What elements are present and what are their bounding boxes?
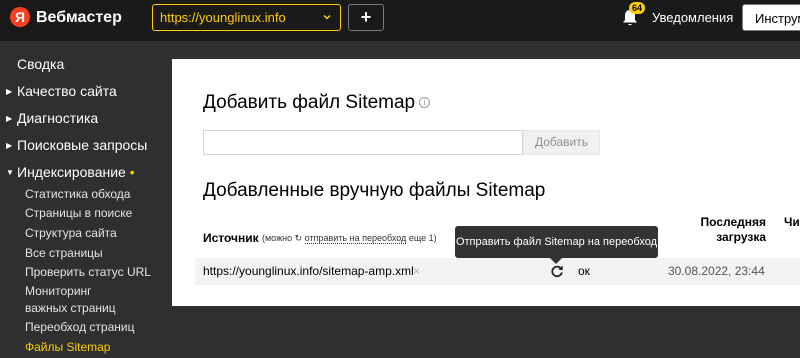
yandex-logo-icon[interactable]: Я — [10, 7, 30, 27]
sidebar-subitem-site-structure[interactable]: Структура сайта — [25, 226, 117, 241]
site-selector-value: https://younglinux.info — [160, 10, 286, 25]
sidebar-item-site-quality[interactable]: ▶ Качество сайта — [6, 83, 117, 100]
column-header-last-load-line2: загрузка — [716, 230, 766, 244]
caret-right-icon: ▶ — [6, 114, 13, 123]
column-header-clipped: Чи — [784, 215, 800, 229]
tools-button-label: Инструменты — [755, 11, 800, 26]
column-header-source: Источник — [203, 231, 259, 245]
sidebar: Сводка ▶ Качество сайта ▶ Диагностика ▶ Пои… — [0, 41, 172, 358]
sidebar-item-label: Качество сайта — [17, 83, 117, 99]
sidebar-item-summary[interactable]: Сводка — [17, 56, 64, 73]
attention-dot-icon: • — [129, 164, 135, 180]
note-prefix: (можно — [262, 233, 293, 243]
column-header-last-load: Последняя загрузка — [682, 215, 766, 245]
add-site-button[interactable]: + — [348, 4, 384, 31]
chevron-down-icon — [323, 14, 331, 20]
caret-right-icon: ▶ — [6, 141, 13, 150]
tooltip-tail — [550, 258, 562, 264]
sidebar-item-search-queries[interactable]: ▶ Поисковые запросы — [6, 137, 147, 154]
notification-count-badge: 64 — [629, 2, 646, 14]
sidebar-subitem-crawl-stats[interactable]: Статистика обхода — [25, 187, 130, 202]
column-header-source-note: (можно ↻ отправить на переобход еще 1) — [262, 231, 437, 245]
sidebar-subitem-recrawl[interactable]: Переобход страниц — [25, 320, 134, 335]
sidebar-item-indexing[interactable]: ▼ Индексирование • — [6, 164, 135, 181]
tools-button[interactable]: Инструменты — [742, 4, 800, 31]
sidebar-item-label: Сводка — [17, 56, 65, 72]
info-icon[interactable]: i — [419, 97, 431, 108]
close-icon[interactable]: × — [413, 264, 420, 279]
refresh-icon: ↻ — [294, 233, 303, 243]
sidebar-subitem-all-pages[interactable]: Все страницы — [25, 246, 103, 261]
app-title[interactable]: Вебмастер — [36, 9, 122, 27]
sitemap-url[interactable]: https://younglinux.info/sitemap-amp.xml — [203, 264, 414, 279]
sidebar-subitem-monitoring[interactable]: Мониторинг — [25, 284, 92, 299]
added-sitemaps-title: Добавленные вручную файлы Sitemap — [203, 180, 546, 201]
sidebar-subitem-check-url[interactable]: Проверить статус URL — [25, 265, 151, 280]
top-header: Я Вебмастер https://younglinux.info + 64… — [0, 0, 800, 41]
sidebar-subitem-sitemap-files[interactable]: Файлы Sitemap — [25, 340, 110, 355]
table-row: https://younglinux.info/sitemap-amp.xml … — [195, 258, 800, 285]
caret-right-icon: ▶ — [6, 87, 13, 96]
caret-down-icon: ▼ — [6, 168, 14, 177]
last-load-date: 30.08.2022, 23:44 — [668, 264, 765, 278]
notifications-link[interactable]: Уведомления — [652, 10, 733, 25]
recrawl-tooltip: Отправить файл Sitemap на переобход — [455, 226, 658, 258]
note-suffix: еще 1) — [408, 233, 437, 243]
page-title-text: Добавить файл Sitemap — [203, 92, 416, 113]
refresh-icon[interactable] — [550, 264, 564, 278]
sidebar-item-diagnostics[interactable]: ▶ Диагностика — [6, 110, 98, 127]
sitemap-url-input[interactable] — [203, 130, 523, 155]
sidebar-subitem-monitoring-line2[interactable]: важных страниц — [25, 301, 116, 316]
column-header-last-load-line1: Последняя — [700, 215, 766, 229]
sidebar-item-label: Поисковые запросы — [17, 137, 148, 153]
add-sitemap-button[interactable]: Добавить — [523, 130, 600, 155]
sidebar-item-label: Диагностика — [17, 110, 99, 126]
main-panel: Добавить файл Sitemap i Добавить Добавлен… — [172, 59, 800, 306]
status-text: ок — [578, 264, 590, 278]
page-title: Добавить файл Sitemap i — [203, 92, 431, 114]
sidebar-subitem-pages-in-search[interactable]: Страницы в поиске — [25, 206, 132, 221]
site-selector[interactable]: https://younglinux.info — [152, 4, 341, 31]
recrawl-link[interactable]: отправить на переобход — [304, 233, 407, 244]
sidebar-item-label: Индексирование — [17, 164, 126, 180]
